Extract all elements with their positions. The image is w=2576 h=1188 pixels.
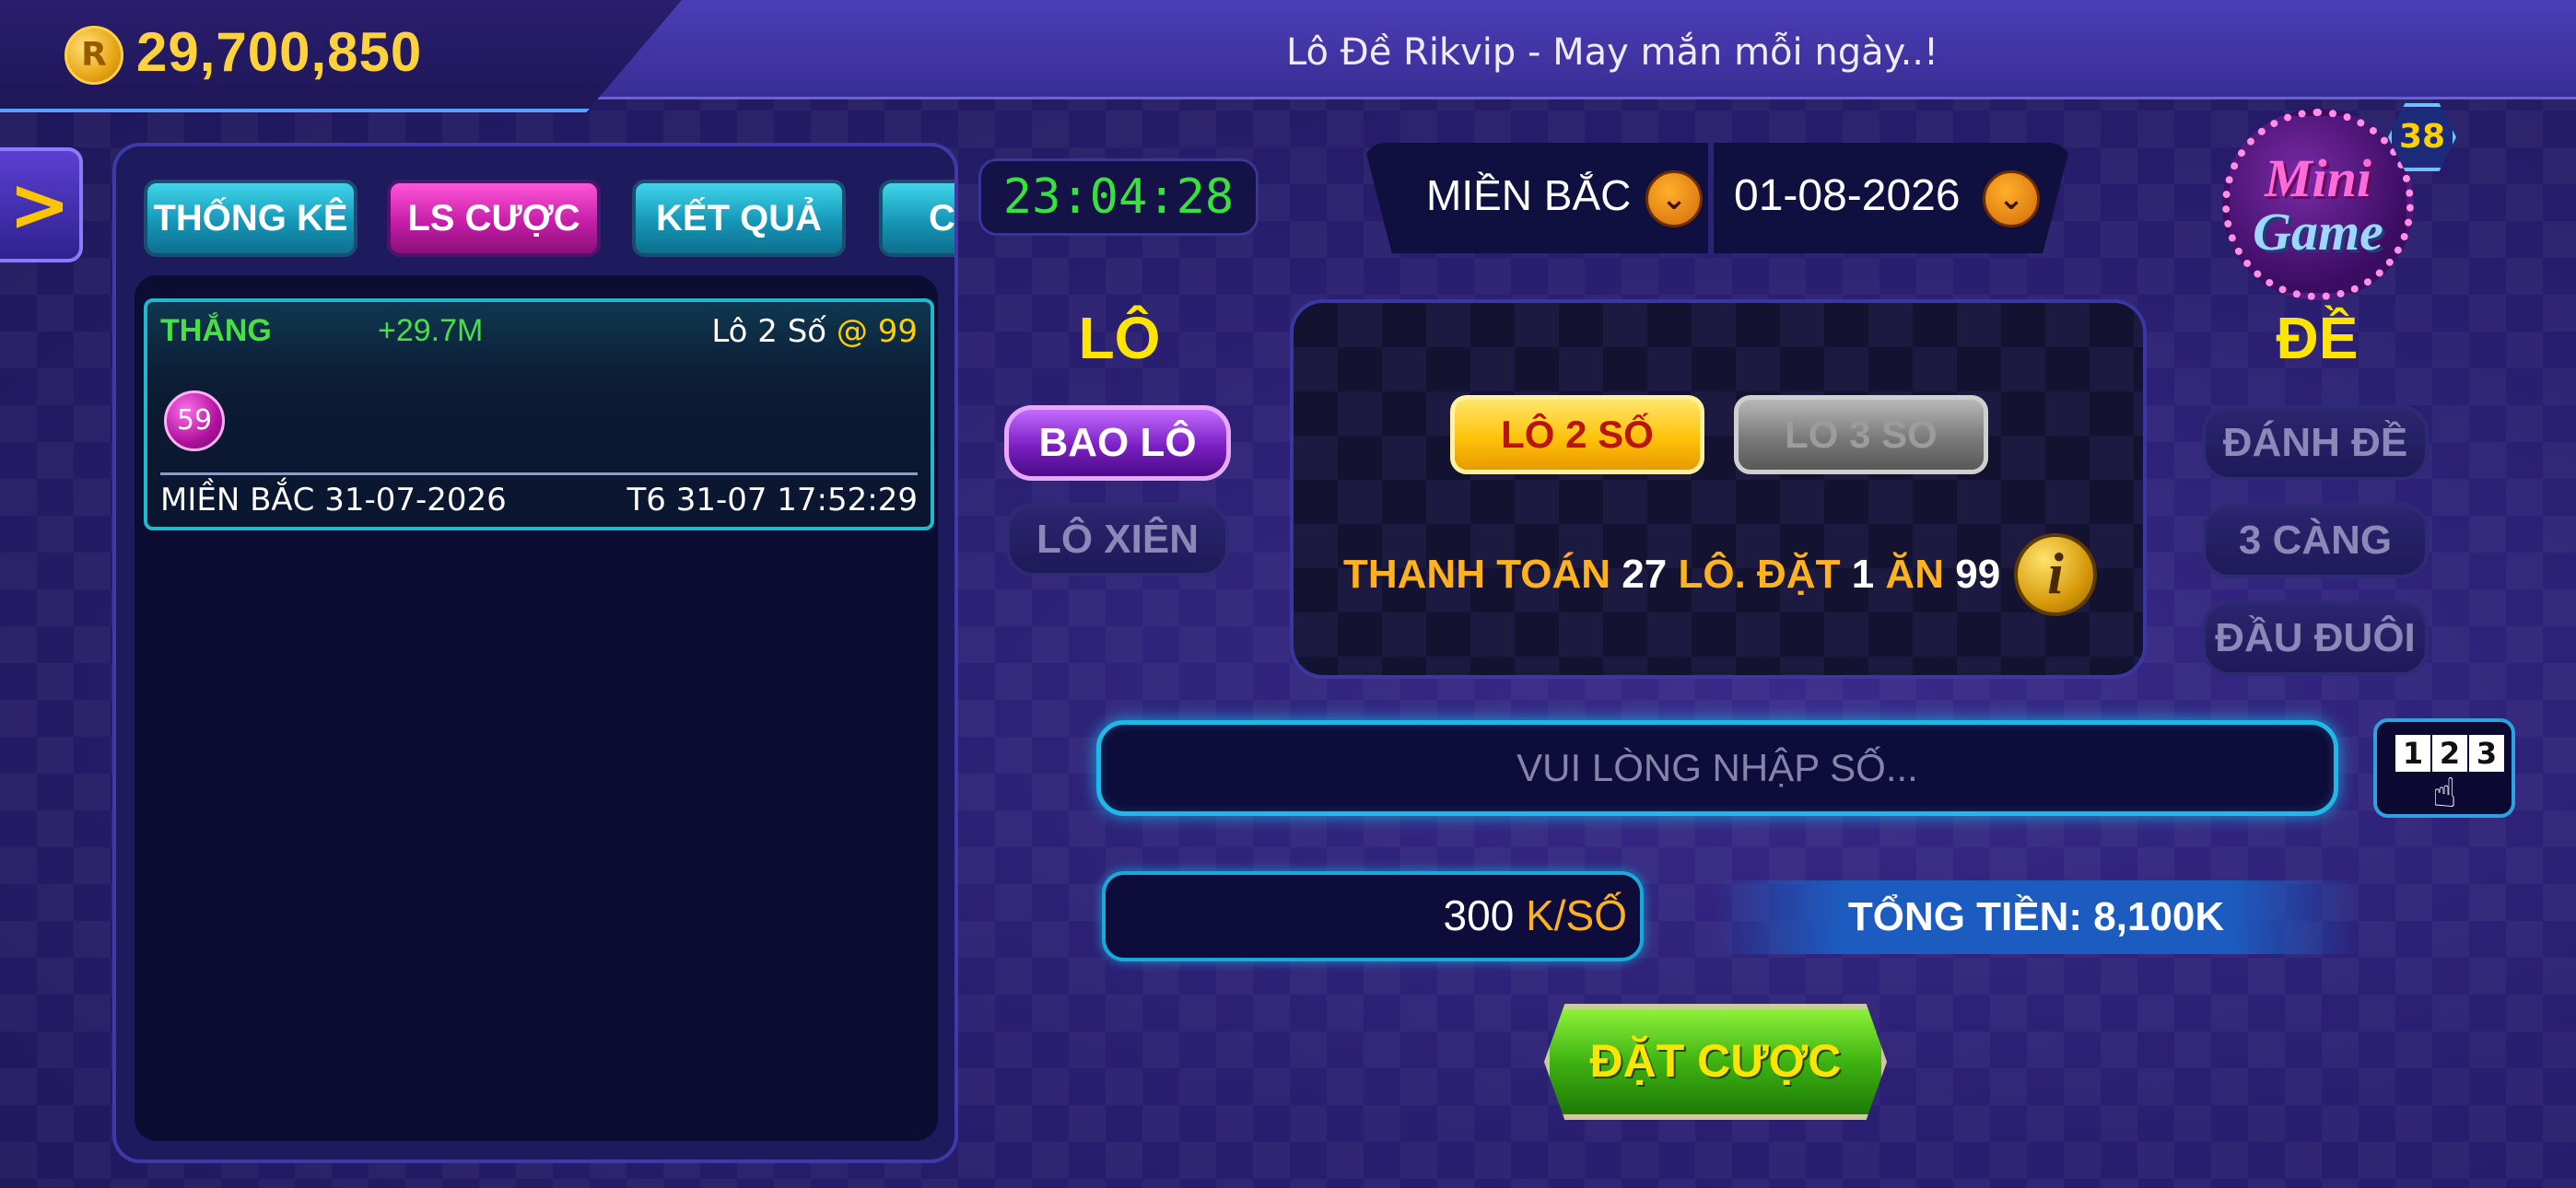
pay-label: THANH TOÁN: [1343, 552, 1611, 597]
bet-history-card[interactable]: THẮNG +29.7M Lô 2 Số @ 99 59 MIỀN BẮC 31…: [144, 298, 934, 530]
bet-type-label: Lô 2 Số: [711, 313, 827, 350]
keypad-icon: 123: [2395, 735, 2506, 772]
bet-type-panel: LÔ 2 SỐ LÔ 3 SỐ THANH TOÁN 27 LÔ. ĐẶT 1 …: [1290, 299, 2147, 679]
history-tabs: THỐNG KÊ LS CƯỢC KẾT QUẢ C: [144, 174, 954, 266]
bet-odds: @ 99: [836, 313, 918, 350]
win-value: 99: [1955, 552, 2001, 597]
bet-type: Lô 2 Số @ 99: [711, 313, 918, 350]
number-input-box: [1096, 720, 2338, 816]
bao-lo-button[interactable]: BAO LÔ: [1004, 405, 1231, 481]
info-icon[interactable]: i: [2014, 533, 2097, 616]
pointer-hand-icon: ☝: [2432, 770, 2457, 817]
lo-3-so-button[interactable]: LÔ 3 SỐ: [1734, 395, 1988, 474]
bet-info-row: MIỀN BẮC 31-07-2026 T6 31-07 17:52:29: [160, 482, 918, 522]
minigame-label-2: Game: [2253, 202, 2383, 262]
pay-value: 27: [1622, 552, 1668, 597]
total-amount: TỔNG TIỀN: 8,100K: [1714, 880, 2359, 954]
lo-section-title: LÔ: [1078, 305, 1161, 371]
countdown-timer: 23:04:28: [978, 158, 1259, 236]
region-date-selector: MIỀN BẮC ⌄ 01-08-2026 ⌄: [1364, 143, 2071, 253]
danh-de-button[interactable]: ĐÁNH ĐỀ: [2202, 405, 2429, 481]
amount-unit: K/SỐ: [1526, 891, 1627, 939]
number-input[interactable]: [1101, 725, 2334, 811]
chevron-down-icon[interactable]: ⌄: [1983, 170, 2040, 227]
bet-status: THẮNG: [160, 313, 272, 348]
game-title: Lô Đề Rikvip - May mắn mỗi ngày..!: [1285, 31, 1939, 74]
bet-time: T6 31-07 17:52:29: [626, 482, 918, 518]
history-panel: THỐNG KÊ LS CƯỢC KẾT QUẢ C THẮNG +29.7M …: [112, 143, 958, 1163]
dau-duoi-button[interactable]: ĐẦU ĐUÔI: [2202, 600, 2429, 676]
selector-divider: [1708, 143, 1714, 253]
keypad-button[interactable]: 123 ☝: [2373, 718, 2515, 818]
tab-ket-qua[interactable]: KẾT QUẢ: [632, 180, 846, 257]
coin-icon: R: [64, 26, 123, 85]
date-select[interactable]: 01-08-2026: [1734, 170, 1961, 221]
tab-ls-cuoc[interactable]: LS CƯỢC: [387, 180, 601, 257]
balance-value: 29,700,850: [136, 21, 423, 83]
card-divider: [160, 472, 918, 475]
bet-region-date: MIỀN BẮC 31-07-2026: [160, 482, 507, 518]
tab-thong-ke[interactable]: THỐNG KÊ: [144, 180, 357, 257]
bet-result-row: THẮNG +29.7M Lô 2 Số @ 99: [160, 313, 918, 357]
minigame-button[interactable]: Mini Game: [2222, 109, 2414, 300]
bet-label: LÔ. ĐẶT: [1678, 552, 1841, 597]
bet-amount-input[interactable]: 300 K/SỐ: [1102, 871, 1644, 961]
bet-amount: +29.7M: [378, 313, 484, 348]
payout-info: THANH TOÁN 27 LÔ. ĐẶT 1 ĂN 99: [1343, 552, 2000, 598]
bet-value: 1: [1851, 552, 1875, 597]
expand-arrow-button[interactable]: >: [0, 147, 83, 262]
number-ball: 59: [164, 390, 225, 451]
lo-2-so-button[interactable]: LÔ 2 SỐ: [1450, 395, 1704, 474]
de-section-title: ĐỀ: [2276, 305, 2359, 371]
chevron-down-icon[interactable]: ⌄: [1645, 170, 1703, 227]
lo-xien-button[interactable]: LÔ XIÊN: [1006, 503, 1229, 577]
tab-more[interactable]: C: [879, 180, 954, 257]
place-bet-button[interactable]: ĐẶT CƯỢC: [1544, 1004, 1887, 1120]
3-cang-button[interactable]: 3 CÀNG: [2202, 503, 2429, 578]
region-select[interactable]: MIỀN BẮC: [1426, 170, 1631, 220]
minigame-label-1: Mini: [2264, 148, 2372, 208]
win-label: ĂN: [1885, 552, 1944, 597]
amount-value: 300: [1443, 891, 1515, 939]
